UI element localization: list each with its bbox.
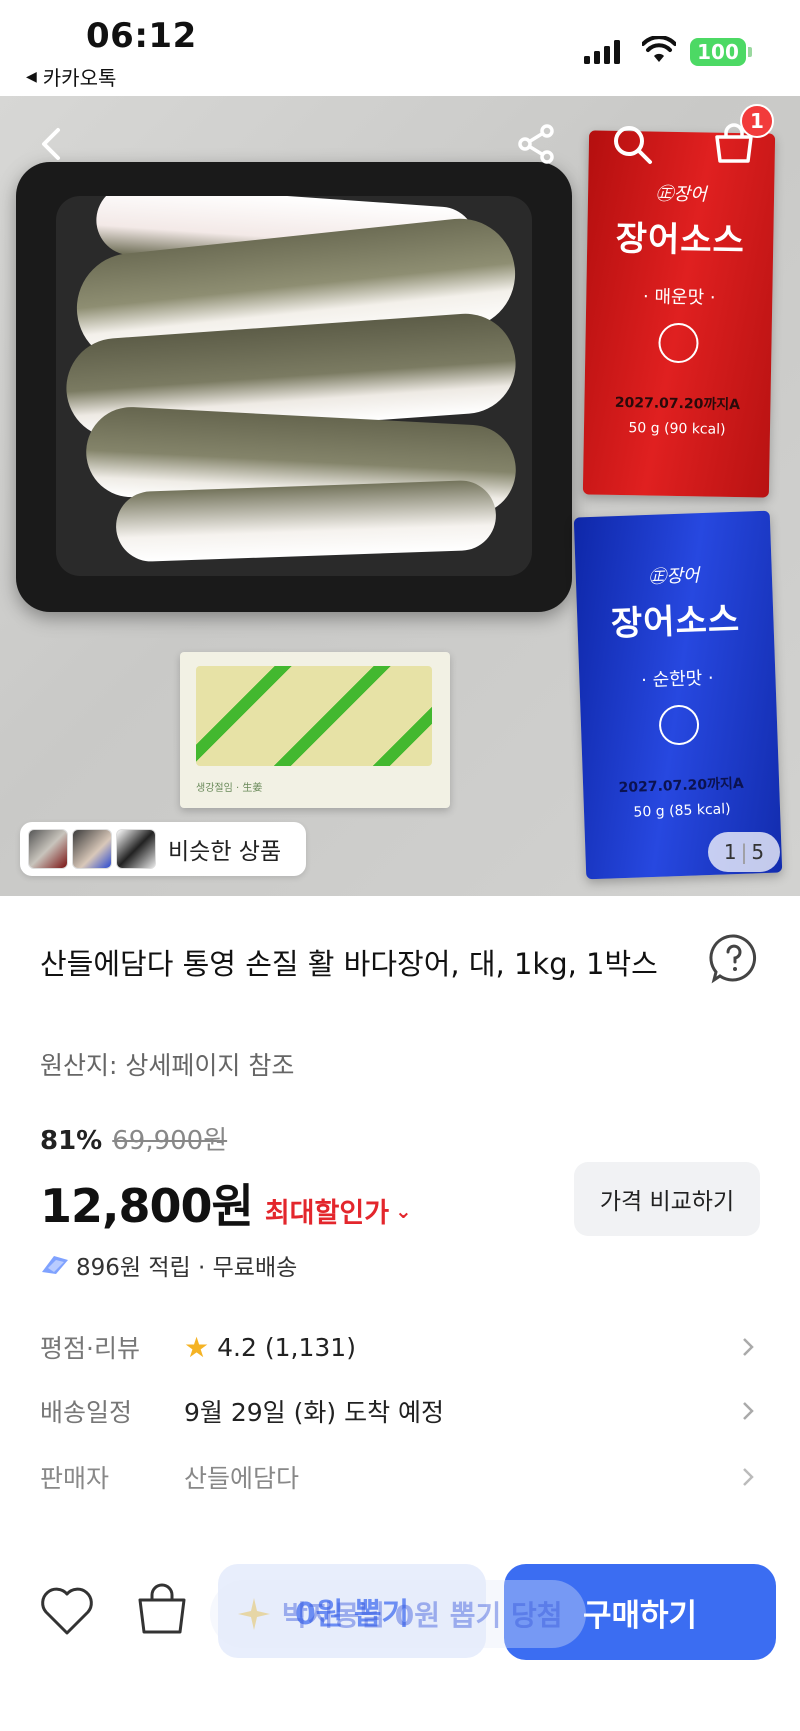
cellular-signal-icon	[584, 40, 620, 64]
max-discount-label: 최대할인가	[264, 1198, 390, 1229]
zero-won-draw-button[interactable]: 0원 뽑기	[218, 1564, 486, 1658]
buy-button[interactable]: 구매하기	[504, 1564, 776, 1660]
back-button[interactable]	[28, 120, 76, 168]
help-icon	[709, 934, 757, 984]
similar-products-button[interactable]: 비슷한 상품	[20, 822, 306, 876]
pager-current: 1	[723, 840, 737, 864]
price-row: 12,800원 최대할인가 ⌄	[40, 1170, 412, 1236]
seller-row[interactable]: 판매자 산들에담다	[40, 1450, 760, 1504]
original-price: 69,900원	[112, 1126, 228, 1156]
similar-thumb	[28, 829, 68, 869]
max-discount-toggle[interactable]: 최대할인가 ⌄	[265, 1191, 412, 1230]
discount-rate: 81%	[40, 1126, 103, 1156]
delivery-key: 배송일정	[40, 1398, 133, 1427]
rating-review-row[interactable]: 평점·리뷰 ★ 4.2 (1,131)	[40, 1320, 760, 1374]
wishlist-button[interactable]	[38, 1584, 96, 1638]
origin-info: 원산지: 상세페이지 참조	[40, 1051, 295, 1080]
sale-price: 12,800원	[40, 1179, 254, 1233]
rating-value: 4.2	[217, 1332, 257, 1362]
add-to-cart-button[interactable]	[134, 1580, 190, 1638]
shopping-bag-icon	[138, 1583, 186, 1634]
product-title-block: 산들에담다 통영 손질 활 바다장어, 대, 1kg, 1박스	[40, 934, 680, 994]
delivery-value: 9월 29일 (화) 도착 예정	[184, 1398, 445, 1427]
search-button[interactable]	[604, 116, 660, 172]
share-icon	[518, 124, 554, 164]
heart-icon	[41, 1587, 93, 1635]
review-count: (1,131)	[264, 1332, 356, 1362]
status-bar: 06:12 ◀ 카카오톡 100	[0, 0, 800, 96]
wifi-icon	[642, 36, 676, 62]
back-arrow-icon	[42, 128, 60, 160]
similar-products-label: 비슷한 상품	[168, 839, 282, 865]
rating-key: 평점·리뷰	[40, 1334, 140, 1363]
points-shipping-row: 896원 적립 · 무료배송	[40, 1248, 297, 1282]
chevron-right-icon	[743, 1338, 754, 1356]
spicy-sauce-packet-image: ㊣장어 장어소스 · 매운맛 · 2027.07.20까지A 50 g (90 …	[582, 130, 776, 498]
chevron-down-icon: ⌄	[395, 1198, 412, 1223]
mild-sauce-packet-image: ㊣장어 장어소스 · 순한맛 · 2027.07.20까지A 50 g (85 …	[573, 510, 783, 880]
eel-tray-image	[16, 162, 572, 612]
points-icon	[42, 1256, 68, 1274]
discount-row: 81% 69,900원	[40, 1120, 227, 1157]
back-app-label: 카카오톡	[42, 66, 117, 90]
product-title: 산들에담다 통영 손질 활 바다장어, 대, 1kg, 1박스	[40, 947, 658, 981]
help-button[interactable]	[708, 932, 760, 984]
product-image-carousel[interactable]: ㊣장어 장어소스 · 매운맛 · 2027.07.20까지A 50 g (90 …	[0, 96, 800, 896]
search-icon	[614, 126, 652, 164]
battery-indicator: 100	[690, 38, 752, 66]
status-time: 06:12	[86, 16, 197, 56]
cart-count-badge: 1	[740, 104, 774, 138]
back-triangle-icon: ◀	[26, 68, 37, 85]
seller-key: 판매자	[40, 1464, 110, 1493]
chevron-right-icon	[743, 1468, 754, 1486]
price-compare-button[interactable]: 가격 비교하기	[574, 1162, 760, 1236]
similar-thumb	[72, 829, 112, 869]
pager-total: 5	[751, 840, 765, 864]
pager-separator: |	[740, 840, 748, 864]
ginger-packet-image: 생강절임 · 生姜	[180, 652, 450, 808]
seller-value: 산들에담다	[184, 1464, 300, 1493]
similar-thumb	[116, 829, 156, 869]
chevron-right-icon	[743, 1402, 754, 1420]
share-button[interactable]	[508, 116, 564, 172]
points-shipping-text: 896원 적립 · 무료배송	[76, 1255, 298, 1281]
image-pager: 1 | 5	[708, 832, 780, 872]
star-icon: ★	[184, 1330, 210, 1364]
back-to-app-link[interactable]: ◀ 카카오톡	[26, 62, 116, 91]
delivery-schedule-row[interactable]: 배송일정 9월 29일 (화) 도착 예정	[40, 1384, 760, 1438]
